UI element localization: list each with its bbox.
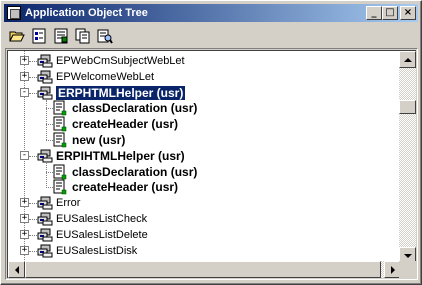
tree-connector-line bbox=[29, 93, 37, 94]
tree-node-method[interactable]: createHeader (usr) bbox=[72, 117, 178, 131]
expand-icon[interactable]: + bbox=[20, 72, 29, 81]
scroll-up-button[interactable] bbox=[399, 51, 416, 68]
title-bar[interactable]: Application Object Tree _ □ × bbox=[4, 4, 418, 22]
vertical-scrollbar[interactable] bbox=[399, 51, 416, 264]
tree-node[interactable]: EPWelcomeWebLet bbox=[56, 70, 154, 84]
scroll-left-button[interactable] bbox=[8, 261, 25, 278]
horizontal-scroll-thumb[interactable] bbox=[25, 261, 381, 278]
arrow-up-icon bbox=[403, 57, 412, 62]
tree-connector-line bbox=[29, 203, 37, 204]
compile-icon bbox=[54, 28, 68, 44]
method-icon bbox=[53, 164, 67, 180]
tree-connector-line bbox=[29, 156, 37, 157]
find-button[interactable] bbox=[95, 27, 115, 46]
window-title: Application Object Tree bbox=[25, 7, 148, 19]
tree-node-selected[interactable]: ERPHTMLHelper (usr) bbox=[54, 85, 187, 101]
tree-node-method[interactable]: classDeclaration (usr) bbox=[72, 101, 197, 115]
properties-button[interactable] bbox=[29, 27, 49, 46]
scrollbar-corner bbox=[399, 261, 416, 278]
arrow-right-icon bbox=[390, 265, 395, 274]
properties-icon bbox=[32, 28, 46, 44]
tree-node-method[interactable]: createHeader (usr) bbox=[72, 180, 178, 194]
expand-icon[interactable]: + bbox=[20, 246, 29, 255]
tree-connector-line bbox=[29, 251, 37, 252]
minimize-button[interactable]: _ bbox=[366, 6, 382, 20]
find-icon bbox=[97, 29, 113, 44]
horizontal-scrollbar[interactable] bbox=[8, 261, 401, 278]
expand-icon[interactable]: + bbox=[20, 56, 29, 65]
tree-connector-line bbox=[46, 140, 53, 141]
tree-node[interactable]: ERPIHTMLHelper (usr) bbox=[56, 149, 185, 163]
collapse-icon[interactable]: - bbox=[20, 151, 29, 160]
toolbar bbox=[5, 25, 417, 47]
expand-icon[interactable]: + bbox=[20, 198, 29, 207]
expand-icon[interactable]: + bbox=[20, 230, 29, 239]
close-button[interactable]: × bbox=[400, 6, 416, 20]
tree-node[interactable]: EUSalesListCheck bbox=[56, 212, 147, 226]
tree-node[interactable]: Error bbox=[56, 196, 80, 210]
arrow-left-icon bbox=[14, 265, 19, 274]
class-icon bbox=[37, 196, 53, 210]
application-object-tree-window: Application Object Tree _ □ × + EPWebCmS… bbox=[0, 0, 422, 285]
vertical-scroll-thumb[interactable] bbox=[399, 100, 416, 114]
method-icon bbox=[53, 132, 67, 148]
tree-connector-line bbox=[46, 172, 53, 173]
compile-button[interactable] bbox=[51, 27, 71, 46]
tree-connector-line bbox=[29, 219, 37, 220]
tree-view-frame: + EPWebCmSubjectWebLet + EPWelcomeWebLet - ER… bbox=[5, 48, 418, 280]
collapse-icon[interactable]: - bbox=[20, 88, 29, 97]
class-icon bbox=[37, 149, 53, 163]
method-icon bbox=[53, 116, 67, 132]
tree-connector-line bbox=[46, 163, 47, 188]
tree-connector-line bbox=[29, 235, 37, 236]
tree-node[interactable]: EUSalesListDisk bbox=[56, 244, 137, 258]
class-icon bbox=[37, 54, 53, 68]
expand-icon[interactable]: + bbox=[20, 214, 29, 223]
tree-connector-line bbox=[29, 77, 37, 78]
tree-connector-line bbox=[46, 124, 53, 125]
class-icon bbox=[37, 212, 53, 226]
maximize-button[interactable]: □ bbox=[382, 6, 398, 20]
tree-content: + EPWebCmSubjectWebLet + EPWelcomeWebLet - ER… bbox=[8, 51, 401, 264]
tree-node-method[interactable]: classDeclaration (usr) bbox=[72, 165, 197, 179]
tree-node[interactable]: EUSalesListDelete bbox=[56, 228, 148, 242]
window-icon bbox=[7, 6, 21, 20]
tree-connector-line bbox=[46, 108, 53, 109]
class-icon bbox=[37, 86, 53, 100]
tree-connector-line bbox=[46, 100, 47, 140]
copy-button[interactable] bbox=[73, 27, 93, 46]
class-icon bbox=[37, 228, 53, 242]
tree-connector-line bbox=[29, 61, 37, 62]
arrow-down-icon bbox=[403, 253, 412, 258]
tree-node[interactable]: EPWebCmSubjectWebLet bbox=[56, 54, 185, 68]
class-icon bbox=[37, 244, 53, 258]
class-icon bbox=[37, 70, 53, 84]
open-button[interactable] bbox=[7, 27, 27, 46]
method-icon bbox=[53, 179, 67, 195]
tree-view[interactable]: + EPWebCmSubjectWebLet + EPWelcomeWebLet - ER… bbox=[7, 50, 416, 278]
open-icon bbox=[9, 31, 25, 42]
tree-node-method[interactable]: new (usr) bbox=[72, 133, 125, 147]
copy-icon bbox=[75, 28, 90, 44]
method-icon bbox=[53, 100, 67, 116]
tree-connector-line bbox=[46, 187, 53, 188]
